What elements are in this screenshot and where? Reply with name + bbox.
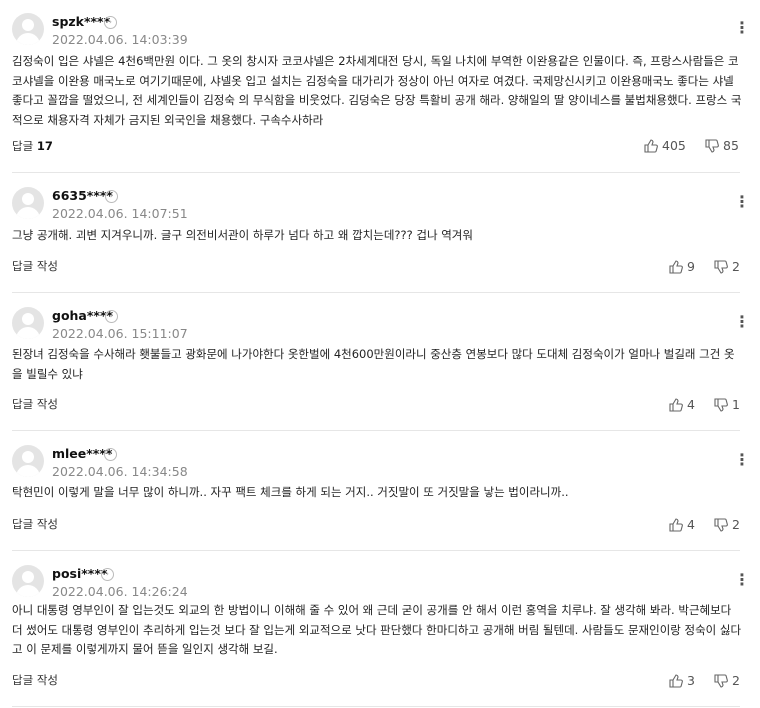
reply-count: 17 — [36, 139, 53, 153]
comment-text: 된장녀 김정숙을 수사해라 횃불들고 광화문에 나가야한다 옷한벌에 4천600… — [12, 347, 735, 381]
avatar[interactable] — [12, 13, 44, 45]
avatar[interactable] — [12, 445, 44, 477]
thumbs-up-icon — [669, 397, 683, 412]
like-count: 4 — [687, 517, 695, 532]
like-button[interactable]: 4 — [669, 397, 695, 412]
like-count: 9 — [687, 259, 695, 274]
thumbs-down-icon — [705, 138, 719, 153]
profile-arrow-icon[interactable]: › — [101, 568, 114, 581]
thumbs-down-icon — [714, 259, 728, 274]
like-button[interactable]: 405 — [644, 138, 686, 153]
divider — [12, 706, 740, 707]
comment-nickname[interactable]: goha**** — [52, 308, 113, 323]
comment-nickname[interactable]: spzk**** — [52, 14, 110, 29]
thumbs-down-icon — [714, 517, 728, 532]
dislike-count: 2 — [732, 517, 740, 532]
comment-date: 2022.04.06. 14:03:39 — [52, 32, 188, 47]
dislike-count: 2 — [732, 259, 740, 274]
thumbs-up-icon — [669, 673, 683, 688]
comment-text: 그냥 공개해. 괴변 지겨우니까. 글구 의전비서관이 하루가 넘다 하고 왜 … — [12, 228, 473, 242]
reply-button[interactable]: 답글 17 — [12, 138, 53, 154]
divider — [12, 550, 740, 551]
comment-date: 2022.04.06. 14:34:58 — [52, 464, 188, 479]
reply-write-button[interactable]: 답글 작성 — [12, 396, 58, 412]
profile-arrow-icon[interactable]: › — [104, 448, 117, 461]
comment-date: 2022.04.06. 15:11:07 — [52, 326, 188, 341]
more-options-icon[interactable]: ⋮ — [734, 452, 750, 468]
dislike-button[interactable]: 85 — [705, 138, 739, 153]
thumbs-up-icon — [669, 517, 683, 532]
dislike-button[interactable]: 2 — [714, 673, 740, 688]
more-options-icon[interactable]: ⋮ — [734, 20, 750, 36]
thumbs-up-icon — [644, 138, 658, 153]
comment-date: 2022.04.06. 14:26:24 — [52, 584, 188, 599]
comment-nickname[interactable]: posi**** — [52, 566, 107, 581]
dislike-button[interactable]: 1 — [714, 397, 740, 412]
reply-write-button[interactable]: 답글 작성 — [12, 516, 58, 532]
profile-arrow-icon[interactable]: › — [105, 310, 118, 323]
like-button[interactable]: 3 — [669, 673, 695, 688]
dislike-count: 2 — [732, 673, 740, 688]
profile-arrow-icon[interactable]: › — [105, 190, 118, 203]
like-count: 4 — [687, 397, 695, 412]
divider — [12, 430, 740, 431]
avatar[interactable] — [12, 565, 44, 597]
reply-label: 답글 — [12, 139, 34, 153]
comment-text: 아니 대통령 영부인이 잘 입는것도 외교의 한 방법이니 이해해 줄 수 있어… — [12, 603, 742, 656]
divider — [12, 172, 740, 173]
reply-write-button[interactable]: 답글 작성 — [12, 672, 58, 688]
comment-text: 김정숙이 입은 샤넬은 4천6백만원 이다. 그 옷의 창시자 코코샤넬은 2차… — [12, 54, 742, 127]
dislike-count: 85 — [723, 138, 739, 153]
avatar[interactable] — [12, 307, 44, 339]
dislike-count: 1 — [732, 397, 740, 412]
reply-write-button[interactable]: 답글 작성 — [12, 258, 58, 274]
comment-date: 2022.04.06. 14:07:51 — [52, 206, 188, 221]
divider — [12, 292, 740, 293]
thumbs-down-icon — [714, 397, 728, 412]
dislike-button[interactable]: 2 — [714, 517, 740, 532]
more-options-icon[interactable]: ⋮ — [734, 314, 750, 330]
comment-text: 탁현민이 이렇게 말을 너무 많이 하니까.. 자꾸 팩트 체크를 하게 되는 … — [12, 485, 569, 499]
like-button[interactable]: 4 — [669, 517, 695, 532]
more-options-icon[interactable]: ⋮ — [734, 572, 750, 588]
thumbs-up-icon — [669, 259, 683, 274]
profile-arrow-icon[interactable]: › — [104, 16, 117, 29]
more-options-icon[interactable]: ⋮ — [734, 194, 750, 210]
thumbs-down-icon — [714, 673, 728, 688]
dislike-button[interactable]: 2 — [714, 259, 740, 274]
like-count: 3 — [687, 673, 695, 688]
comment-nickname[interactable]: 6635**** — [52, 188, 113, 203]
like-count: 405 — [662, 138, 686, 153]
like-button[interactable]: 9 — [669, 259, 695, 274]
avatar[interactable] — [12, 187, 44, 219]
